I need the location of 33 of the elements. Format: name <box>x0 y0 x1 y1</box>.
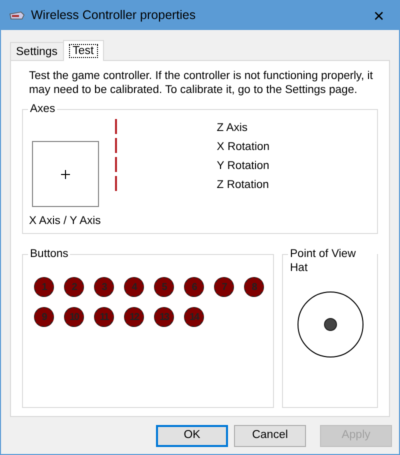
button-indicator: 3 <box>94 277 114 297</box>
button-indicator: 11 <box>94 307 114 327</box>
button-indicator: 6 <box>184 277 204 297</box>
window-title: Wireless Controller properties <box>31 7 196 24</box>
pov-hat-drawing <box>296 291 364 358</box>
button-indicator: 12 <box>124 307 144 327</box>
tab[interactable]: Test <box>62 40 104 61</box>
tab[interactable]: Settings <box>10 42 64 60</box>
close-button[interactable]: ✕ <box>367 8 391 22</box>
button-indicator: 13 <box>154 307 174 327</box>
dialog-button[interactable]: OK <box>156 425 228 447</box>
axis-bar <box>114 138 117 153</box>
axis-label: Z Axis <box>216 121 249 136</box>
controller-icon <box>9 10 25 20</box>
button-indicator: 8 <box>244 277 264 297</box>
button-indicator: 10 <box>64 307 84 327</box>
dialog-button[interactable]: Cancel <box>234 425 306 447</box>
button-indicator: 2 <box>64 277 84 297</box>
axis-bar <box>114 157 117 172</box>
button-indicator: 4 <box>124 277 144 297</box>
button-indicator: 9 <box>34 307 54 327</box>
axis-label: X Axis / Y Axis <box>29 214 101 229</box>
axis-label: Z Rotation <box>216 178 270 193</box>
button-indicator: 5 <box>154 277 174 297</box>
button-indicator: 7 <box>214 277 234 297</box>
axis-bar <box>114 119 117 134</box>
button-indicator: 14 <box>184 307 204 327</box>
axis-label: Y Rotation <box>216 159 270 174</box>
description-text: Test the game controller. If the controller is not functioning properly, it may need to be calibrated. To calibrate it, go to the Settings page. <box>29 69 374 97</box>
axis-label: X Rotation <box>216 140 270 155</box>
crosshair-icon <box>61 170 70 178</box>
axis-bar <box>114 176 117 191</box>
button-indicator: 1 <box>34 277 54 297</box>
